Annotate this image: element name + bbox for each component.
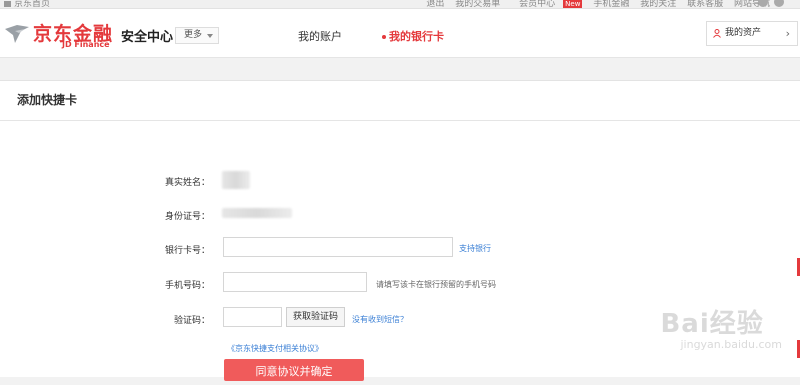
bank-card-input[interactable] bbox=[223, 237, 453, 257]
watermark-main: Bai经验 bbox=[660, 309, 764, 339]
id-number-value-redacted bbox=[222, 208, 292, 218]
share-icon[interactable] bbox=[774, 0, 784, 7]
more-label: 更多 bbox=[184, 30, 203, 40]
supported-banks-link[interactable]: 支持银行 bbox=[459, 243, 491, 254]
top-utility-bar: 京东首页 退出 我的交易单 会员中心 New 手机金融 我的关注 联系客服 网站导… bbox=[0, 0, 800, 9]
get-code-button[interactable]: 获取验证码 bbox=[286, 307, 345, 327]
page-title: 安全中心 bbox=[121, 30, 174, 45]
agree-and-confirm-button[interactable]: 同意协议并确定 bbox=[224, 359, 364, 381]
no-sms-link[interactable]: 没有收到短信？ bbox=[352, 314, 408, 325]
phone-input[interactable] bbox=[223, 272, 367, 292]
home-icon bbox=[4, 0, 11, 7]
id-number-label: 身份证号： bbox=[164, 212, 210, 222]
panel-header: 添加快捷卡 bbox=[0, 81, 800, 121]
new-badge: New bbox=[563, 0, 583, 8]
my-assets-label: 我的资产 bbox=[725, 28, 762, 38]
top-links: 退出 我的交易单 会员中心 New 手机金融 我的关注 联系客服 网站导航 bbox=[418, 0, 770, 9]
verification-code-input[interactable] bbox=[223, 307, 282, 327]
active-dot-icon bbox=[382, 35, 386, 39]
jd-finance-logo[interactable]: 京东金融 JD Finance bbox=[3, 19, 113, 53]
phone-hint: 请填写该卡在银行预留的手机号码 bbox=[376, 280, 496, 289]
customer-service-link[interactable]: 联系客服 bbox=[687, 0, 723, 8]
member-center-label: 会员中心 bbox=[519, 0, 556, 9]
nav-my-account[interactable]: 我的账户 bbox=[298, 28, 342, 44]
bank-card-label: 银行卡号： bbox=[164, 246, 210, 256]
person-icon bbox=[713, 29, 721, 38]
panel-title: 添加快捷卡 bbox=[17, 93, 78, 107]
more-dropdown[interactable]: 更多 bbox=[175, 27, 219, 44]
orders-link[interactable]: 我的交易单 bbox=[455, 0, 500, 8]
nav-my-bank-cards[interactable]: 我的银行卡 bbox=[382, 28, 444, 44]
agreement-link[interactable]: 《京东快捷支付相关协议》 bbox=[227, 343, 323, 354]
site-header: 京东金融 JD Finance 安全中心 更多 我的账户 我的银行卡 我的资产 … bbox=[0, 9, 800, 58]
real-name-value-redacted bbox=[222, 171, 250, 189]
home-label: 京东首页 bbox=[14, 0, 51, 9]
chevron-down-icon bbox=[207, 34, 213, 38]
logout-link[interactable]: 退出 bbox=[426, 0, 444, 8]
jd-dog-logo-icon bbox=[5, 25, 29, 43]
chevron-right-icon: › bbox=[785, 27, 790, 40]
real-name-label: 真实姓名： bbox=[164, 178, 210, 188]
logo-subtext: JD Finance bbox=[62, 40, 110, 49]
phone-label: 手机号码： bbox=[164, 281, 210, 291]
nav-my-bank-cards-label: 我的银行卡 bbox=[389, 30, 444, 43]
my-follow-link[interactable]: 我的关注 bbox=[640, 0, 676, 8]
baidu-jingyan-watermark: Bai经验 jingyan.baidu.com bbox=[660, 303, 782, 351]
mobile-finance-link[interactable]: 手机金融 bbox=[593, 0, 629, 8]
member-center-link[interactable]: 会员中心 New bbox=[511, 0, 583, 9]
my-assets-button[interactable]: 我的资产 › bbox=[706, 21, 798, 46]
verification-code-label: 验证码： bbox=[173, 316, 210, 326]
home-link[interactable]: 京东首页 bbox=[4, 0, 51, 9]
